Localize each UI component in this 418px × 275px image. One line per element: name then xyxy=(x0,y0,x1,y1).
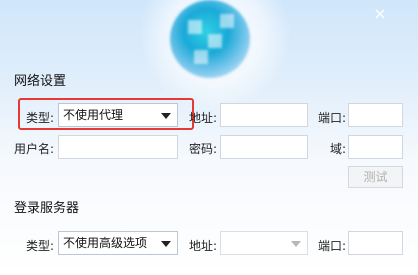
close-icon[interactable]: × xyxy=(372,6,388,22)
highlight-box xyxy=(18,98,194,130)
password-label: 密码: xyxy=(189,142,218,156)
domain-label: 域: xyxy=(330,142,347,156)
server-address-select[interactable] xyxy=(220,231,308,255)
password-field[interactable] xyxy=(220,135,308,159)
username-label: 用户名: xyxy=(14,142,55,156)
test-button[interactable]: 测试 xyxy=(348,166,403,188)
chevron-down-icon xyxy=(161,241,171,247)
server-type-select[interactable]: 不使用高级选项 xyxy=(58,231,178,255)
server-address-label: 地址: xyxy=(189,239,218,253)
server-port-field[interactable] xyxy=(348,231,403,255)
username-field[interactable] xyxy=(58,135,178,159)
address-label: 地址: xyxy=(189,111,218,125)
login-server-title: 登录服务器 xyxy=(14,201,80,216)
proxy-port-field[interactable] xyxy=(348,103,403,127)
proxy-address-field[interactable] xyxy=(220,103,308,127)
server-type-label: 类型: xyxy=(26,239,55,253)
chevron-down-icon xyxy=(291,241,301,247)
port-label: 端口: xyxy=(318,111,347,125)
domain-field[interactable] xyxy=(348,135,403,159)
server-port-label: 端口: xyxy=(318,239,347,253)
avatar xyxy=(170,0,250,78)
network-settings-title: 网络设置 xyxy=(14,74,67,89)
server-type-value: 不使用高级选项 xyxy=(63,236,148,250)
